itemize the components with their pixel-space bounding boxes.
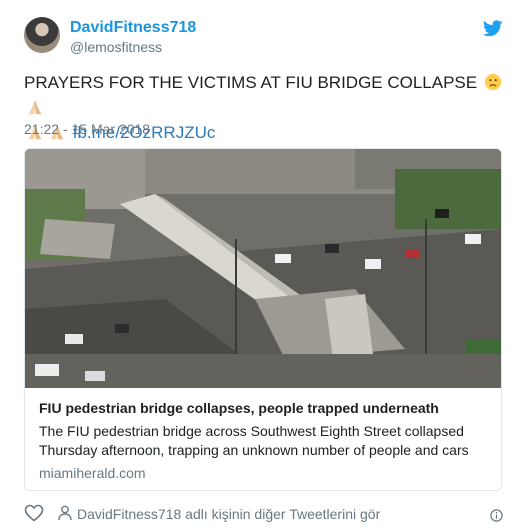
card-description: The FIU pedestrian bridge across Southwe… [39,423,469,458]
tweet-footer: DavidFitness718 adlı kişinin diğer Tweet… [24,504,504,524]
card-domain: miamiherald.com [39,465,146,481]
person-icon [58,505,72,521]
card-body: FIU pedestrian bridge collapses, people … [39,399,491,481]
embedded-tweet: DavidFitness718 @lemosfitness PRAYERS FO… [0,0,519,530]
tweet-timestamp[interactable]: 21:22 - 15 Mar 2018 [24,121,150,137]
heart-icon[interactable] [24,504,44,522]
info-icon[interactable] [490,509,503,522]
card-title[interactable]: FIU pedestrian bridge collapses, people … [39,399,491,417]
sad-face-emoji-icon [484,73,501,91]
tweet-text-main: PRAYERS FOR THE VICTIMS AT FIU BRIDGE CO… [24,73,478,92]
praying-hands-emoji-icon [28,99,42,115]
twitter-bird-icon[interactable] [483,20,503,37]
bridge-collapse-photo-icon[interactable] [25,149,502,388]
avatar[interactable] [24,17,60,53]
link-card[interactable]: FIU pedestrian bridge collapses, people … [24,148,502,491]
display-name[interactable]: DavidFitness718 [70,19,196,37]
more-tweets-link[interactable]: DavidFitness718 adlı kişinin diğer Tweet… [77,506,380,522]
user-handle[interactable]: @lemosfitness [70,39,162,55]
